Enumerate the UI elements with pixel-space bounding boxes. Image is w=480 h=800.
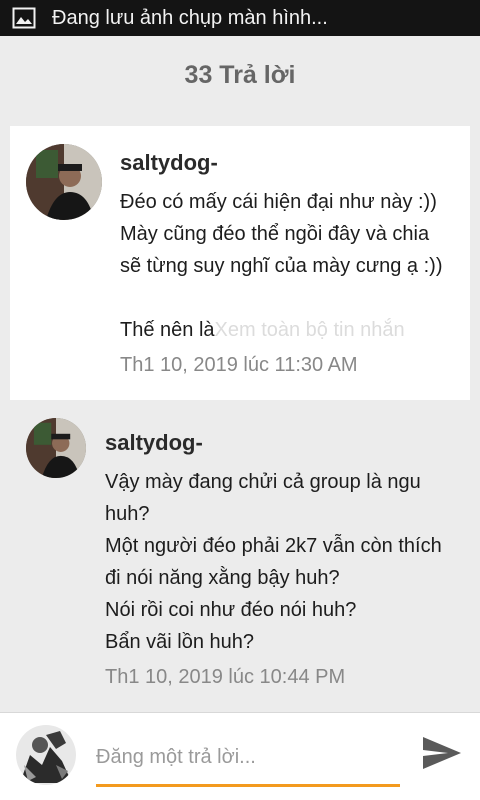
reply-input[interactable] (96, 735, 400, 779)
message-line: đi nói năng xằng bậy huh? (105, 567, 340, 589)
reply-item[interactable]: saltydog- Vậy mày đang chửi cả group là … (10, 402, 470, 704)
send-icon (422, 735, 462, 776)
message-line: Một người đéo phải 2k7 vẫn còn thích (105, 535, 442, 557)
replies-header: 33 Trả lời (0, 36, 480, 114)
message-line: Nói rồi coi như đéo nói huh? (105, 599, 357, 621)
compose-bar (0, 712, 480, 800)
message-line: Đéo có mấy cái hiện đại như này :)) (120, 191, 437, 213)
reply-body: saltydog- Vậy mày đang chửi cả group là … (105, 430, 465, 689)
timestamp: Th1 10, 2019 lúc 11:30 AM (120, 354, 358, 376)
message-line: sẽ từng suy nghĩ của mày cưng ạ :)) (120, 255, 443, 277)
comment-body: saltydog- Đéo có mấy cái hiện đại như nà… (120, 150, 465, 377)
message-text: Thế nên là (120, 319, 215, 341)
status-text: Đang lưu ảnh chụp màn hình... (52, 6, 328, 29)
message-line-with-see-more: Thế nên làXem toàn bộ tin nhắn (120, 314, 465, 346)
timestamp: Th1 10, 2019 lúc 10:44 PM (105, 666, 346, 688)
status-bar: Đang lưu ảnh chụp màn hình... (0, 0, 480, 36)
avatar[interactable] (26, 144, 102, 220)
image-icon (12, 7, 38, 29)
send-button[interactable] (420, 733, 464, 777)
comment-card[interactable]: saltydog- Đéo có mấy cái hiện đại như nà… (10, 126, 470, 400)
username[interactable]: saltydog- (105, 430, 465, 456)
message-line: Vậy mày đang chửi cả group là ngu (105, 471, 421, 493)
username[interactable]: saltydog- (120, 150, 465, 176)
message-line: Mày cũng đéo thể ngồi đây và chia (120, 223, 430, 245)
message-line: Bẩn vãi lồn huh? (105, 631, 255, 653)
current-user-avatar[interactable] (16, 725, 76, 785)
message-line: huh? (105, 503, 150, 525)
avatar[interactable] (26, 418, 86, 478)
see-more-link[interactable]: Xem toàn bộ tin nhắn (215, 319, 405, 341)
page-title: 33 Trả lời (184, 60, 296, 89)
reply-input-wrap (96, 735, 400, 787)
